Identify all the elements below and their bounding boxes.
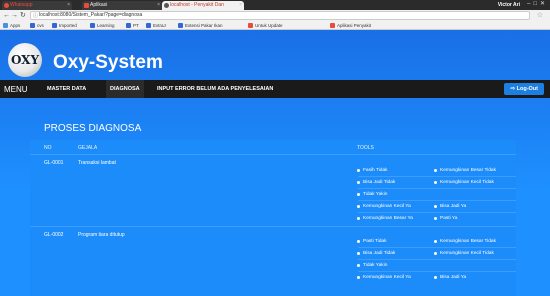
close-tab-icon[interactable]: × — [157, 1, 160, 10]
browser-tab-whatsapp[interactable]: Whatsapp × — [2, 1, 72, 10]
tool-option[interactable]: Kemungkinan Besar Ya — [357, 216, 413, 221]
bookmark-star-icon[interactable]: ☆ — [537, 10, 543, 21]
tab-label: localhost - Penyakit Dan — [170, 2, 224, 8]
tool-option[interactable]: Fasih Tidak — [357, 168, 388, 173]
tool-divider — [358, 200, 516, 201]
bookmark-folder-icon — [248, 23, 253, 28]
bookmark-imported[interactable]: Imported — [52, 22, 77, 29]
browser-user-name[interactable]: Victor Ari — [498, 1, 520, 9]
browser-tab-aplikasi[interactable]: Aplikasi × — [82, 1, 162, 10]
column-header-gejala: GEJALA — [78, 145, 98, 151]
back-arrow-icon[interactable]: ← — [3, 11, 10, 20]
page-body: OXY Oxy-System MENU MASTER DATA DIAGNOSA… — [0, 30, 550, 296]
reload-icon[interactable]: ↻ — [20, 11, 26, 20]
tool-option[interactable]: Kemungkinan Kecil Ya — [357, 275, 411, 280]
row-2-gejala: Program tiara ditutup — [78, 232, 125, 238]
main-navbar: MENU MASTER DATA DIAGNOSA INPUT ERROR BE… — [0, 80, 550, 98]
url-input[interactable]: ⓘ localhost:8080/Sistem_Pakar/?page=diag… — [30, 11, 530, 20]
app-title[interactable]: Oxy-System — [53, 52, 163, 74]
bookmark-folder-icon — [52, 23, 57, 28]
forward-arrow-icon[interactable]: → — [11, 11, 18, 20]
tool-option[interactable]: Kemungkinan Kecil Tidak — [434, 251, 494, 256]
bookmark-learning[interactable]: Learning — [90, 22, 115, 29]
tool-option[interactable]: Kemungkinan Besar Tidak — [434, 168, 496, 173]
tool-option[interactable]: Bisa Jadi Tidak — [357, 180, 395, 185]
bookmark-folder-icon — [178, 23, 183, 28]
browser-tab-bar: Whatsapp × Aplikasi × localhost - Penyak… — [0, 0, 550, 10]
tool-option[interactable]: Kemungkinan Kecil Ya — [357, 204, 411, 209]
menu-label[interactable]: MENU — [4, 85, 28, 94]
tool-divider — [358, 247, 516, 248]
row-2-no: GL-0002 — [44, 232, 64, 238]
bookmark-cvs[interactable]: cvs — [30, 22, 44, 29]
aplikasi-tab-icon — [84, 3, 89, 8]
tool-option[interactable]: Tidak Yakin — [357, 192, 387, 197]
bookmark-folder-icon — [126, 23, 131, 28]
nav-input-error[interactable]: INPUT ERROR BELUM ADA PENYELESAIAN — [157, 80, 273, 98]
window-controls-icon[interactable]: –□✕ — [527, 0, 548, 9]
bookmark-extraj[interactable]: ExtraJ — [146, 22, 166, 29]
bookmark-aplikasi[interactable]: Aplikasi Penyakit — [330, 22, 371, 29]
row-1-gejala: Transaksi lambat — [78, 160, 116, 166]
row-1-no: GL-0001 — [44, 160, 64, 166]
column-header-tools: TOOLS — [357, 145, 374, 151]
whatsapp-tab-icon — [4, 3, 9, 8]
localhost-tab-icon — [164, 3, 169, 8]
tool-option[interactable]: Bisa Jadi Ya — [434, 275, 466, 280]
header-divider — [30, 154, 516, 155]
nav-diagnosa[interactable]: DIAGNOSA — [106, 80, 144, 98]
close-tab-icon[interactable]: × — [239, 1, 242, 10]
tool-divider — [358, 212, 516, 213]
tool-divider — [358, 259, 516, 260]
bookmark-update[interactable]: Untuk Update — [248, 22, 283, 29]
app-logo[interactable]: OXY — [8, 43, 42, 77]
tool-option[interactable]: Kemungkinan Besar Tidak — [434, 239, 496, 244]
tab-label: Aplikasi — [90, 2, 108, 8]
page-info-icon[interactable]: ⓘ — [33, 13, 38, 19]
logout-label: Log-Out — [516, 86, 538, 92]
tab-label: Whatsapp — [10, 2, 33, 8]
tool-option[interactable]: Pasti Tidak — [357, 239, 386, 244]
tool-divider — [358, 176, 516, 177]
bookmark-extensi[interactable]: Extensi Pakar Ikan — [178, 22, 223, 29]
tool-option[interactable]: Tidak Yakin — [357, 263, 387, 268]
browser-tab-localhost[interactable]: localhost - Penyakit Dan × — [162, 1, 244, 10]
bookmark-pt[interactable]: PT — [126, 22, 139, 29]
bookmark-folder-icon — [146, 23, 151, 28]
diagnosa-table: NO GEJALA TOOLS GL-0001 Transaksi lambat… — [30, 140, 516, 296]
url-text: localhost:8080/Sistem_Pakar/?page=diagno… — [39, 12, 143, 18]
tool-option[interactable]: Bisa Jadi Ya — [434, 204, 466, 209]
nav-master-data[interactable]: MASTER DATA — [47, 80, 86, 98]
close-tab-icon[interactable]: × — [67, 1, 70, 10]
column-header-no: NO — [44, 145, 52, 151]
bookmark-folder-icon — [330, 23, 335, 28]
address-bar: ← → ↻ ⓘ localhost:8080/Sistem_Pakar/?pag… — [0, 10, 550, 21]
tool-option[interactable]: Bisa Jadi Tidak — [357, 251, 395, 256]
page-title: PROSES DIAGNOSA — [44, 123, 142, 134]
tool-option[interactable]: Kemungkinan Kecil Tidak — [434, 180, 494, 185]
bookmark-folder-icon — [30, 23, 35, 28]
tool-option[interactable]: Pasti Ya — [434, 216, 457, 221]
row-divider — [30, 226, 516, 227]
bookmark-folder-icon — [90, 23, 95, 28]
tool-divider — [358, 188, 516, 189]
logout-button[interactable]: ⇨ Log-Out — [504, 83, 544, 95]
bookmarks-bar: Apps cvs Imported Learning PT ExtraJ Ext… — [0, 21, 550, 30]
apps-icon — [3, 23, 8, 28]
bookmark-apps[interactable]: Apps — [3, 22, 20, 29]
tool-divider — [358, 271, 516, 272]
